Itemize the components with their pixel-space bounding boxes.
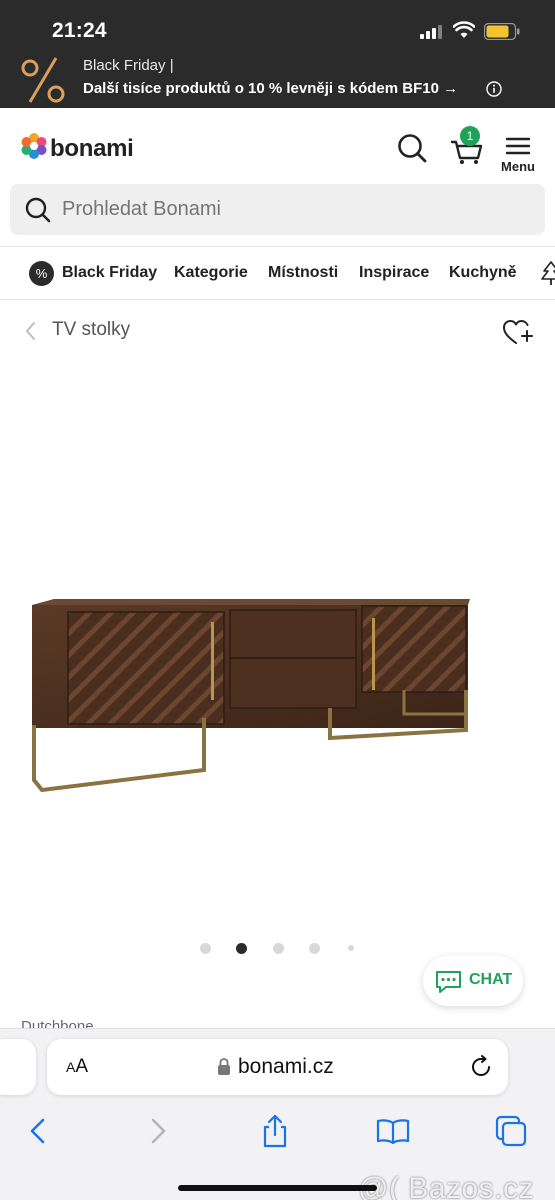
search-icon[interactable] xyxy=(396,132,428,164)
percent-badge-icon: % xyxy=(29,261,54,286)
promo-link[interactable]: Další tisíce produktů o 10 % levněji s k… xyxy=(83,80,458,97)
wifi-icon xyxy=(453,21,475,38)
cellular-signal-icon xyxy=(420,24,444,39)
carousel-dot[interactable] xyxy=(348,945,354,951)
menu-button[interactable]: Menu xyxy=(496,130,540,178)
tabs-icon[interactable] xyxy=(493,1113,529,1149)
search-input[interactable] xyxy=(62,184,532,235)
battery-icon xyxy=(484,23,520,40)
carousel-dot[interactable] xyxy=(199,942,211,954)
reload-icon[interactable] xyxy=(469,1055,493,1079)
page-settings-button[interactable]: AA xyxy=(66,1056,88,1078)
logo-wordmark[interactable]: bonami xyxy=(50,135,134,163)
breadcrumb-category[interactable]: TV stolky xyxy=(52,319,130,341)
promo-title: Black Friday | xyxy=(83,57,174,74)
share-icon[interactable] xyxy=(257,1113,293,1149)
address-bar[interactable]: AA bonami.cz xyxy=(47,1039,508,1095)
aa-small: A xyxy=(66,1059,76,1075)
product-image[interactable] xyxy=(24,590,476,800)
chat-label: CHAT xyxy=(469,971,513,988)
nav-item-kategorie[interactable]: Kategorie xyxy=(174,247,248,299)
percent-icon xyxy=(21,57,65,103)
carousel-dot[interactable] xyxy=(309,942,320,954)
browser-toolbar: AA bonami.cz @( Bazos.cz xyxy=(0,1028,555,1200)
home-indicator xyxy=(178,1185,377,1191)
nav-item-kuchyne[interactable]: Kuchyně xyxy=(449,247,517,299)
watermark: @( Bazos.cz xyxy=(358,1172,534,1200)
nav-item-inspirace[interactable]: Inspirace xyxy=(359,247,429,299)
carousel-dot[interactable] xyxy=(236,942,247,954)
info-icon[interactable] xyxy=(486,81,502,97)
cart-count-badge: 1 xyxy=(460,126,480,146)
lock-icon xyxy=(218,1058,230,1075)
nav-item-mistnosti[interactable]: Místnosti xyxy=(268,247,338,299)
carousel-dot[interactable] xyxy=(272,942,284,954)
chat-button[interactable]: CHAT xyxy=(423,956,523,1006)
previous-tab-preview[interactable] xyxy=(0,1039,36,1095)
chat-bubble-icon xyxy=(436,971,461,993)
back-icon[interactable] xyxy=(20,1113,56,1149)
top-banner: 21:24 Black Friday | Další tisíce produk… xyxy=(0,0,555,108)
christmas-tree-icon[interactable] xyxy=(540,261,555,287)
bonami-logo[interactable] xyxy=(20,132,48,160)
forward-icon[interactable] xyxy=(140,1113,176,1149)
menu-label: Menu xyxy=(501,159,535,174)
site-header: bonami 1 Menu xyxy=(0,108,555,184)
nav-item-black-friday[interactable]: Black Friday xyxy=(62,247,157,299)
aa-large: A xyxy=(75,1056,89,1077)
hamburger-icon xyxy=(505,137,531,155)
status-time: 21:24 xyxy=(52,19,107,42)
bookmarks-icon[interactable] xyxy=(375,1113,411,1149)
category-nav: % Black Friday Kategorie Místnosti Inspi… xyxy=(0,246,555,300)
chevron-left-icon[interactable] xyxy=(23,321,37,341)
url-text: bonami.cz xyxy=(238,1055,334,1078)
add-to-favorites-icon[interactable] xyxy=(502,318,534,346)
search-bar[interactable] xyxy=(10,184,545,235)
search-icon xyxy=(25,197,51,223)
